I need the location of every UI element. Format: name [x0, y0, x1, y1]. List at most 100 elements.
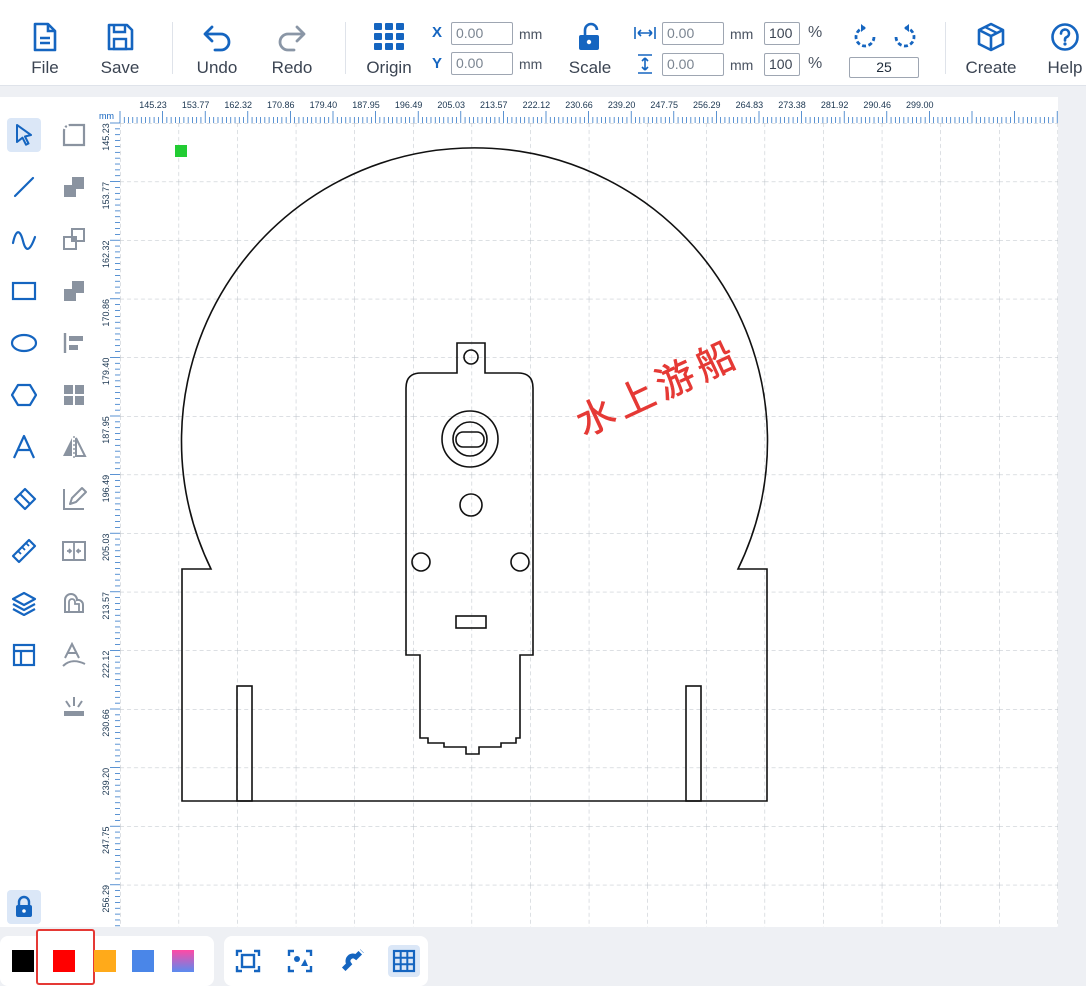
subtract-tool[interactable] — [57, 274, 91, 308]
layers-tool[interactable] — [7, 586, 41, 620]
rectangle-icon — [11, 281, 37, 301]
fit-selection-icon — [287, 949, 313, 973]
orange-swatch[interactable] — [94, 950, 116, 972]
ruler-tick-label: 222.12 — [523, 100, 551, 110]
union-tool[interactable] — [57, 170, 91, 204]
gradient-swatch[interactable] — [172, 950, 194, 972]
ruler-tick-label: 239.20 — [608, 100, 636, 110]
save-button[interactable]: Save — [96, 0, 144, 86]
ruler-tick-label: 179.40 — [310, 100, 338, 110]
eraser-icon — [13, 487, 37, 511]
toolbar-divider — [172, 22, 173, 74]
distribute-tool[interactable] — [57, 534, 91, 568]
ruler-tick-label: 256.29 — [101, 885, 111, 913]
fit-screen-icon — [235, 949, 261, 973]
top-toolbar: File Save Undo Redo Origin X 0.00 mm Y 0… — [0, 0, 1086, 86]
fit-selection-button[interactable] — [284, 945, 316, 977]
ruler-tick-label: 145.23 — [101, 123, 111, 151]
grid-array-tool[interactable] — [57, 378, 91, 412]
file-button[interactable]: File — [24, 0, 66, 86]
ellipse-icon — [10, 333, 38, 353]
x-position-input[interactable]: 0.00 — [451, 22, 513, 45]
redo-label: Redo — [271, 58, 313, 77]
height-unit-label: mm — [730, 57, 754, 73]
fit-screen-button[interactable] — [232, 945, 264, 977]
origin-marker[interactable] — [175, 145, 187, 157]
ruler-tick-label: 162.32 — [224, 100, 252, 110]
undo-label: Undo — [196, 58, 238, 77]
offset-tool[interactable] — [57, 586, 91, 620]
laser-icon — [64, 697, 84, 716]
ruler-tool[interactable] — [7, 534, 41, 568]
x-axis-label: X — [432, 24, 443, 41]
curve-tool[interactable] — [7, 222, 41, 256]
magnet-snap-button[interactable] — [336, 945, 368, 977]
intersect-icon — [63, 228, 85, 250]
grid-toggle-icon — [392, 949, 416, 973]
rotation-angle-input[interactable]: 25 — [849, 57, 919, 78]
subtract-icon — [64, 281, 84, 301]
grid-toggle-button[interactable] — [388, 945, 420, 977]
create-button[interactable]: Create — [960, 0, 1022, 86]
eraser-tool[interactable] — [7, 482, 41, 516]
ruler-tick-label: 205.03 — [437, 100, 465, 110]
y-position-input[interactable]: 0.00 — [451, 52, 513, 75]
ruler-unit-label: mm — [99, 111, 114, 121]
mirror-tool[interactable] — [57, 430, 91, 464]
redo-button[interactable]: Redo — [266, 0, 318, 86]
ruler-tick-label: 290.46 — [863, 100, 891, 110]
ellipse-tool[interactable] — [7, 326, 41, 360]
y-unit-label: mm — [519, 56, 543, 72]
select-tool[interactable] — [7, 118, 41, 152]
line-icon — [13, 176, 35, 198]
ruler-tick-label: 145.23 — [139, 100, 167, 110]
scale-lock-button[interactable]: Scale — [562, 0, 618, 86]
ruler-tick-label: 222.12 — [101, 651, 111, 679]
rectangle-tool[interactable] — [7, 274, 41, 308]
lock-icon — [16, 895, 32, 917]
rotate-cw-icon[interactable] — [890, 22, 918, 52]
rounded-rect-tool[interactable] — [57, 118, 91, 152]
help-icon — [1051, 23, 1079, 51]
height-percent-sign: % — [808, 55, 823, 72]
ruler-tick-label: 256.29 — [693, 100, 721, 110]
save-icon — [107, 23, 134, 51]
width-percent-input[interactable]: 100 — [764, 22, 800, 45]
tool-panel — [0, 97, 98, 927]
grid-array-icon — [64, 385, 84, 405]
ruler-tick-label: 213.57 — [101, 592, 111, 620]
ruler-tick-label: 187.95 — [352, 100, 380, 110]
width-input[interactable]: 0.00 — [662, 22, 724, 45]
design-canvas[interactable]: 145.23 153.77 162.32 170.86 179.40 187.95 196.… — [98, 97, 1058, 927]
lock-tool[interactable] — [7, 890, 41, 924]
layout-tool[interactable] — [7, 638, 41, 672]
rotate-ccw-icon[interactable] — [852, 22, 880, 52]
origin-button[interactable]: Origin — [360, 0, 418, 86]
height-input[interactable]: 0.00 — [662, 53, 724, 76]
width-percent-sign: % — [808, 24, 823, 41]
x-unit-label: mm — [519, 26, 543, 42]
cube-icon — [977, 22, 1005, 52]
union-icon — [64, 177, 84, 197]
scale-label: Scale — [568, 58, 612, 77]
black-swatch[interactable] — [12, 950, 34, 972]
text-tool[interactable] — [7, 430, 41, 464]
canvas-svg: 145.23 153.77 162.32 170.86 179.40 187.95 196.… — [98, 97, 1058, 927]
edit-path-tool[interactable] — [57, 482, 91, 516]
align-tool[interactable] — [57, 326, 91, 360]
select-icon — [16, 124, 32, 146]
laser-tool[interactable] — [57, 690, 91, 724]
line-tool[interactable] — [7, 170, 41, 204]
distribute-icon — [62, 541, 86, 561]
red-swatch[interactable] — [53, 950, 75, 972]
height-percent-input[interactable]: 100 — [764, 53, 800, 76]
help-button[interactable]: Help — [1044, 0, 1086, 86]
blue-swatch[interactable] — [132, 950, 154, 972]
polygon-tool[interactable] — [7, 378, 41, 412]
intersect-tool[interactable] — [57, 222, 91, 256]
ruler-tick-label: 187.95 — [101, 416, 111, 444]
text-on-path-tool[interactable] — [57, 638, 91, 672]
canvas-grid — [120, 123, 1058, 927]
ruler-tick-label: 153.77 — [101, 182, 111, 210]
undo-button[interactable]: Undo — [191, 0, 243, 86]
